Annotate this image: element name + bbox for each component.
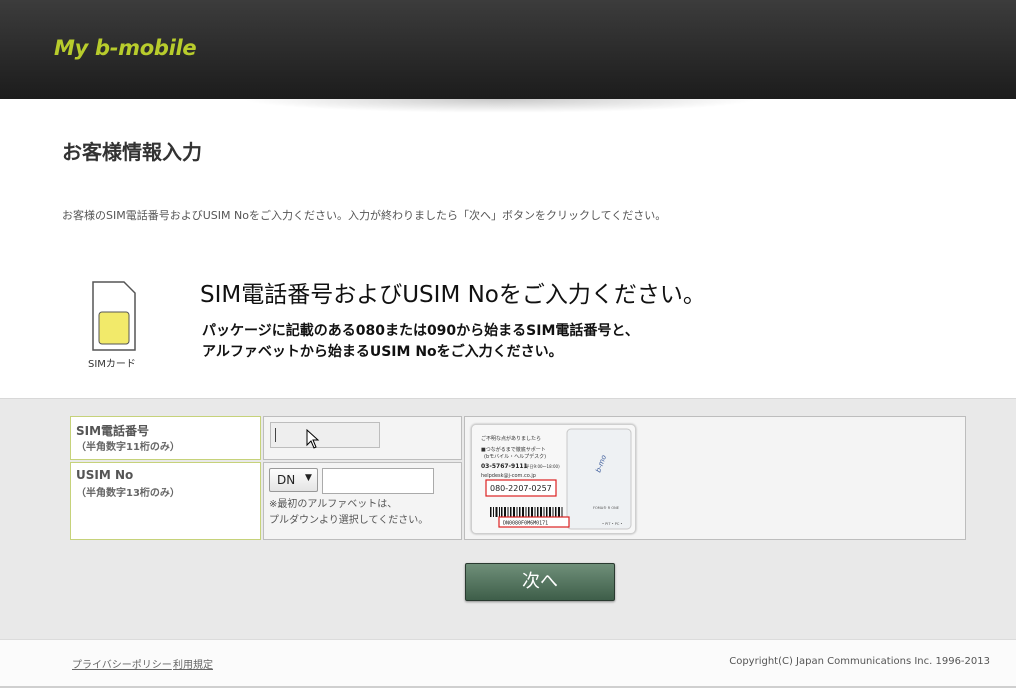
card-line1: ご不明な点がありましたら [481, 435, 541, 442]
sim-package-image: ご不明な点がありましたら ■つながるまで徹底サポート (bモバイル・ヘルプデスク… [471, 424, 636, 534]
card-phone: 03-5767-9111 [481, 463, 528, 470]
text-caret [275, 428, 276, 442]
card-line2: ■つながるまで徹底サポート [481, 446, 546, 453]
usim-prefix-value: DN [277, 473, 296, 487]
terms-link[interactable]: 利用規定 [173, 656, 213, 671]
hero-description-line: パッケージに記載のある080または090から始まるSIM電話番号と、 [202, 323, 639, 339]
copyright: Copyright(C) Japan Communications Inc. 1… [729, 656, 990, 667]
card-email: helpdesk@j-com.co.jp [481, 473, 536, 479]
dropdown-arrow-icon: ▼ [305, 473, 312, 483]
privacy-policy-link[interactable]: プライバシーポリシー [72, 656, 172, 671]
card-sim-number: 080-2207-0257 [490, 484, 552, 493]
usim-prefix-select[interactable]: DN ▼ [269, 468, 318, 492]
usim-note-line: プルダウンより選択してください。 [269, 515, 429, 526]
page-title: お客様情報入力 [62, 140, 202, 164]
usim-label: USIM No [76, 468, 134, 482]
sim-card-icon [92, 281, 136, 351]
header-shadow [240, 99, 760, 113]
hero-description-line: アルファベットから始まるUSIM Noをご入力ください。 [202, 344, 563, 360]
usim-number-input[interactable] [322, 468, 434, 494]
usim-note-line: ※最初のアルファベットは、 [269, 499, 398, 510]
logo[interactable]: My b-mobile [54, 36, 197, 60]
hero-description: パッケージに記載のある080または090から始まるSIM電話番号と、 アルファベ… [202, 321, 639, 363]
sim-card-caption: SIMカード [88, 359, 136, 370]
footer: プライバシーポリシー 利用規定 Copyright(C) Japan Commu… [0, 639, 1016, 688]
tel-label-cell: SIM電話番号 （半角数字11桁のみ） [70, 416, 261, 460]
card-hours: (平日9:00〜18:00) [524, 464, 560, 469]
instruction-text: お客様のSIM電話番号およびUSIM Noをご入力ください。入力が終わりましたら… [62, 209, 667, 222]
card-foma: FOMA® R ONE [593, 506, 619, 510]
card-line3: (bモバイル・ヘルプデスク) [484, 453, 546, 460]
site-header: My b-mobile [0, 0, 1016, 99]
usim-sublabel: （半角数字13桁のみ） [76, 488, 180, 499]
mouse-cursor-icon [306, 429, 320, 449]
card-small-text: • PIT • PC • [602, 522, 622, 526]
usim-label-cell: USIM No （半角数字13桁のみ） [70, 462, 261, 540]
next-button[interactable]: 次へ [465, 563, 615, 601]
hero-headline: SIM電話番号およびUSIM Noをご入力ください。 [200, 282, 706, 308]
usim-note: ※最初のアルファベットは、 プルダウンより選択してください。 [269, 497, 428, 529]
tel-sublabel: （半角数字11桁のみ） [76, 442, 180, 453]
sim-package-illustration: ご不明な点がありましたら ■つながるまで徹底サポート (bモバイル・ヘルプデスク… [472, 425, 635, 533]
card-barcode-text: DN0080F0M6M0171 [503, 521, 548, 527]
sim-phone-input[interactable] [270, 422, 380, 448]
tel-label: SIM電話番号 [76, 424, 150, 438]
